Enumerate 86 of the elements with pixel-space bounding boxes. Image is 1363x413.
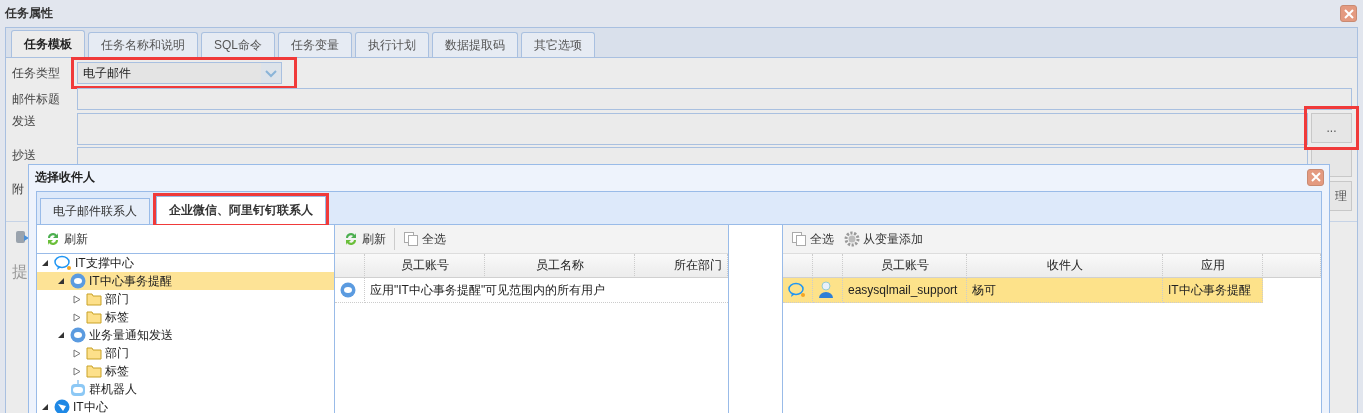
column-header[interactable]: 应用: [1163, 254, 1263, 278]
hint-text: 提: [12, 262, 28, 282]
tree-item[interactable]: IT中心事务提醒: [37, 272, 334, 290]
chat-bubble-icon: [54, 255, 72, 271]
folder-icon: [86, 310, 102, 324]
expand-icon[interactable]: [73, 294, 81, 304]
collapse-icon[interactable]: [41, 259, 49, 267]
column-header[interactable]: 员工账号: [365, 254, 485, 278]
field-label: 发送: [12, 114, 36, 128]
database-icon[interactable]: [14, 229, 30, 245]
app-icon: [340, 282, 356, 298]
table-cell: 应用"IT中心事务提醒"可见范围内的所有用户: [365, 278, 728, 303]
collapse-icon[interactable]: [57, 277, 65, 285]
gear-icon: [844, 231, 860, 247]
folder-icon: [86, 346, 102, 360]
dialog-title: 选择收件人: [35, 168, 95, 186]
column-header[interactable]: 所在部门: [635, 254, 728, 278]
column-header: [783, 254, 813, 278]
refresh-button[interactable]: 刷新: [43, 230, 90, 248]
tab[interactable]: SQL命令: [201, 32, 275, 57]
expand-icon[interactable]: [73, 348, 81, 358]
column-header[interactable]: 员工名称: [485, 254, 635, 278]
tab[interactable]: 任务变量: [278, 32, 352, 57]
tree-item-label: 业务量通知发送: [89, 326, 173, 344]
tree-item-label: IT中心事务提醒: [89, 272, 172, 290]
app-icon: [70, 273, 86, 289]
field-label: 抄送: [12, 148, 36, 162]
copy-icon: [791, 231, 807, 247]
collapse-icon[interactable]: [41, 403, 49, 411]
row-icon-cell[interactable]: [783, 278, 813, 303]
robot-icon: [70, 380, 86, 398]
select-all-button[interactable]: 全选: [401, 230, 448, 248]
field-label: 邮件标题: [12, 91, 60, 106]
refresh-button[interactable]: 刷新: [341, 230, 388, 248]
tab[interactable]: 企业微信、阿里钉钉联系人: [156, 196, 326, 224]
refresh-icon: [343, 231, 359, 247]
tab[interactable]: 任务名称和说明: [88, 32, 198, 57]
column-header: [1263, 254, 1321, 278]
window-title: 任务属性: [5, 5, 53, 22]
chat-bubble-icon: [788, 282, 806, 298]
tab[interactable]: 任务模板: [11, 30, 85, 57]
tree-item[interactable]: 部门: [37, 290, 334, 308]
tab[interactable]: 其它选项: [521, 32, 595, 57]
table-cell: easysqlmail_support: [843, 278, 967, 303]
dropdown-value: 电子邮件: [83, 64, 131, 82]
close-button[interactable]: [1340, 5, 1357, 22]
tree-item[interactable]: 业务量通知发送: [37, 326, 334, 344]
browse-button[interactable]: ...: [1311, 113, 1352, 143]
tree-item[interactable]: 标签: [37, 308, 334, 326]
folder-icon: [86, 364, 102, 378]
tree-item[interactable]: IT支撑中心: [37, 254, 334, 272]
expand-icon[interactable]: [73, 312, 81, 322]
folder-icon: [86, 292, 102, 306]
tab[interactable]: 数据提取码: [432, 32, 518, 57]
column-header[interactable]: 收件人: [967, 254, 1163, 278]
user-icon: [818, 281, 834, 299]
input-field[interactable]: [77, 88, 1352, 110]
field-label: 附: [12, 182, 24, 196]
table-cell: IT中心事务提醒: [1163, 278, 1263, 303]
select-all-button[interactable]: 全选: [789, 230, 836, 248]
tree-item-label: 群机器人: [89, 380, 137, 398]
field-label: 任务类型: [12, 64, 61, 82]
task-type-dropdown[interactable]: 电子邮件: [77, 62, 282, 84]
column-header[interactable]: 员工账号: [843, 254, 967, 278]
table-cell: 杨可: [967, 278, 1163, 303]
tree-item-label: IT支撑中心: [75, 254, 134, 272]
refresh-icon: [45, 231, 61, 247]
expand-icon[interactable]: [73, 366, 81, 376]
tree-item-label: 标签: [105, 362, 129, 380]
caret-icon: [261, 63, 281, 83]
tree-item[interactable]: 标签: [37, 362, 334, 380]
tree-item-label: 部门: [105, 344, 129, 362]
close-button[interactable]: [1307, 168, 1324, 186]
collapse-icon[interactable]: [57, 331, 65, 339]
tree-item-label: 部门: [105, 290, 129, 308]
tree-item[interactable]: IT中心: [37, 398, 334, 413]
tree-item-label: IT中心: [73, 398, 108, 413]
tree-item[interactable]: 部门: [37, 344, 334, 362]
tab[interactable]: 执行计划: [355, 32, 429, 57]
tree-item-label: 标签: [105, 308, 129, 326]
tree-item[interactable]: 群机器人: [37, 380, 334, 398]
tab[interactable]: 电子邮件联系人: [40, 198, 150, 224]
app-icon: [70, 327, 86, 343]
copy-icon: [403, 231, 419, 247]
add-from-variable-button[interactable]: 从变量添加: [842, 230, 925, 248]
input-field[interactable]: [77, 113, 1308, 145]
